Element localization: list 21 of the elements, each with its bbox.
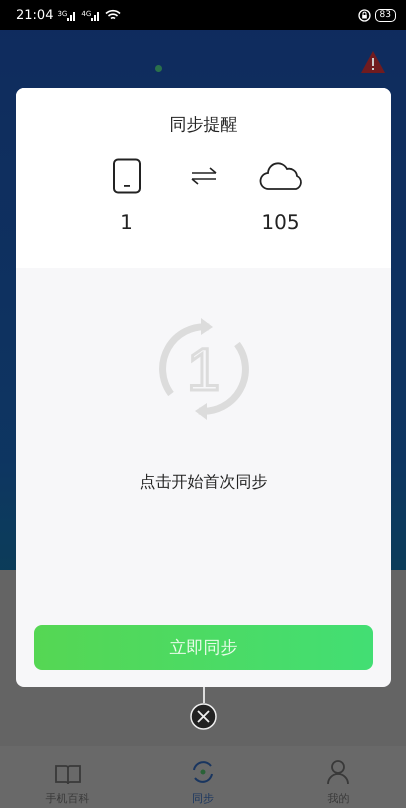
signal-icon — [67, 10, 78, 20]
signal-icon — [91, 10, 102, 20]
cloud-icon — [258, 161, 302, 191]
person-icon — [326, 759, 350, 785]
nav-tab[interactable]: 同步 — [135, 746, 271, 808]
phone-icon — [112, 158, 142, 194]
sync-now-button[interactable]: 立即同步 — [34, 625, 373, 670]
warning-icon[interactable] — [360, 50, 386, 74]
close-connector-line — [203, 687, 204, 703]
page-indicator-dot — [155, 65, 162, 72]
wifi-icon — [105, 9, 122, 21]
book-icon — [54, 765, 81, 785]
close-icon[interactable] — [190, 703, 217, 730]
swap-arrows-icon — [190, 167, 216, 185]
battery-level: 83 — [374, 8, 396, 22]
cloud-count: 105 — [261, 210, 300, 234]
dialog-title: 同步提醒 — [170, 114, 238, 136]
clock-time: 21:04 — [16, 8, 54, 22]
local-count: 1 — [120, 210, 133, 234]
lock-icon — [358, 8, 371, 22]
sync-prompt: 点击开始首次同步 — [140, 472, 268, 493]
